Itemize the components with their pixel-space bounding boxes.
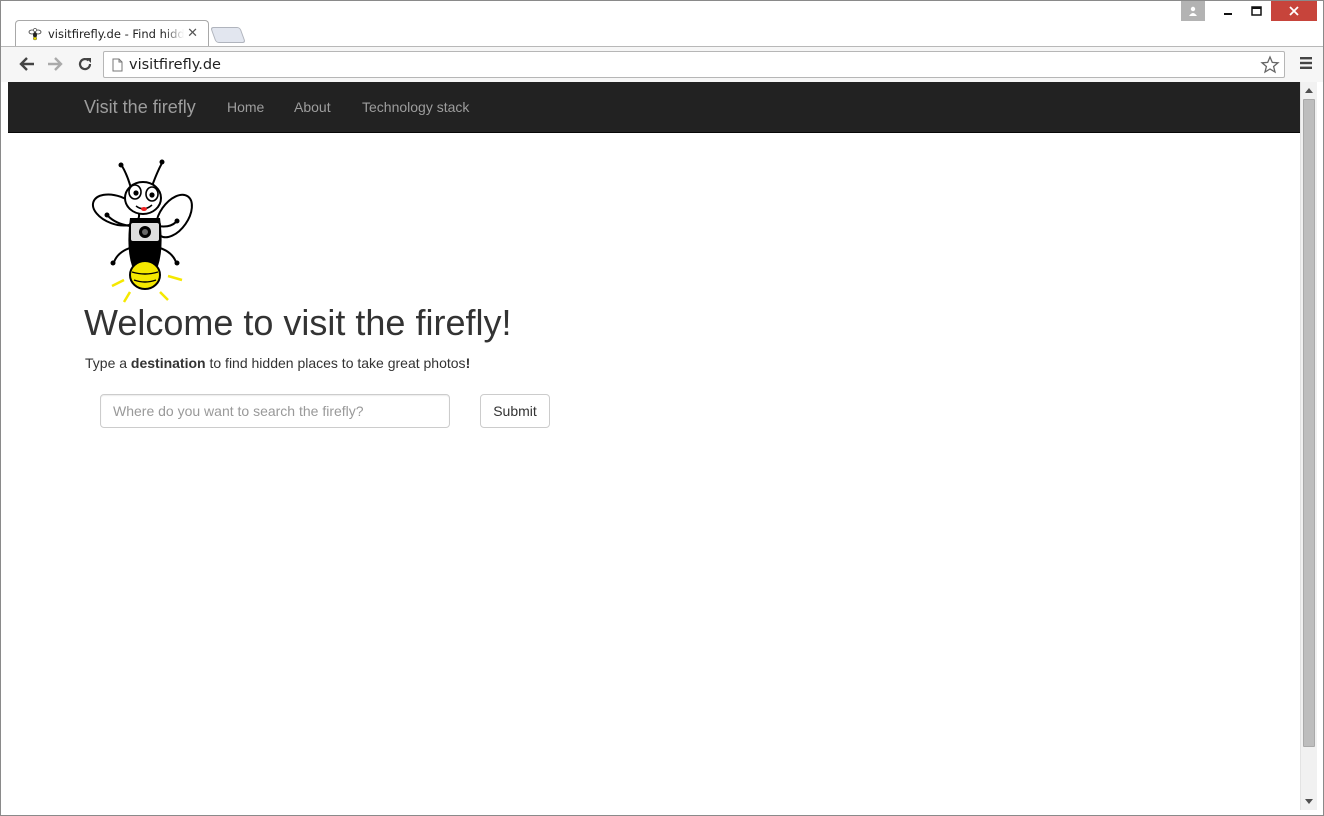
lead-bold: destination [130, 355, 206, 371]
destination-search-input[interactable] [100, 394, 450, 428]
lead-suffix: to find hidden places to take great phot… [205, 355, 466, 371]
minimize-icon[interactable] [1215, 1, 1241, 21]
submit-button[interactable]: Submit [480, 394, 550, 428]
back-arrow-icon[interactable] [15, 53, 39, 75]
new-tab-button[interactable] [210, 27, 246, 43]
firefly-favicon-icon [28, 28, 42, 41]
close-icon[interactable] [1271, 1, 1317, 21]
person-icon[interactable] [1181, 1, 1205, 21]
browser-toolbar: visitfirefly.de [1, 46, 1323, 82]
firefly-logo [91, 159, 193, 303]
tab-title: visitfirefly.de - Find hidden places to … [48, 27, 184, 41]
window-controls [1181, 1, 1317, 21]
lead-text: Type a destination to find hidden places… [85, 355, 470, 371]
site-navbar: Visit the firefly Home About Technology … [8, 82, 1300, 133]
address-bar[interactable]: visitfirefly.de [103, 51, 1285, 78]
url-text: visitfirefly.de [129, 56, 221, 73]
title-bar: visitfirefly.de - Find hidden places to … [1, 1, 1323, 47]
scroll-down-arrow-icon[interactable] [1305, 799, 1313, 804]
page-title: Welcome to visit the firefly! [84, 302, 512, 343]
nav-link-technology-stack[interactable]: Technology stack [362, 99, 469, 115]
lead-prefix: Type a [85, 355, 131, 371]
navbar-brand[interactable]: Visit the firefly [84, 97, 196, 118]
browser-window: visitfirefly.de - Find hidden places to … [0, 0, 1324, 816]
forward-arrow-icon[interactable] [43, 53, 67, 75]
vertical-scrollbar[interactable] [1300, 82, 1317, 810]
star-icon[interactable] [1260, 55, 1280, 75]
tab-close-icon[interactable]: ✕ [187, 26, 198, 41]
nav-link-home[interactable]: Home [227, 99, 264, 115]
browser-tab[interactable]: visitfirefly.de - Find hidden places to … [15, 20, 209, 47]
scroll-up-arrow-icon[interactable] [1305, 88, 1313, 93]
page-viewport: Visit the firefly Home About Technology … [8, 82, 1300, 810]
page-icon [112, 58, 123, 71]
scroll-thumb[interactable] [1303, 99, 1315, 747]
maximize-icon[interactable] [1241, 1, 1271, 21]
reload-icon[interactable] [73, 53, 97, 75]
hamburger-menu-icon[interactable] [1299, 56, 1313, 70]
nav-link-about[interactable]: About [294, 99, 331, 115]
lead-ending: ! [465, 355, 471, 371]
